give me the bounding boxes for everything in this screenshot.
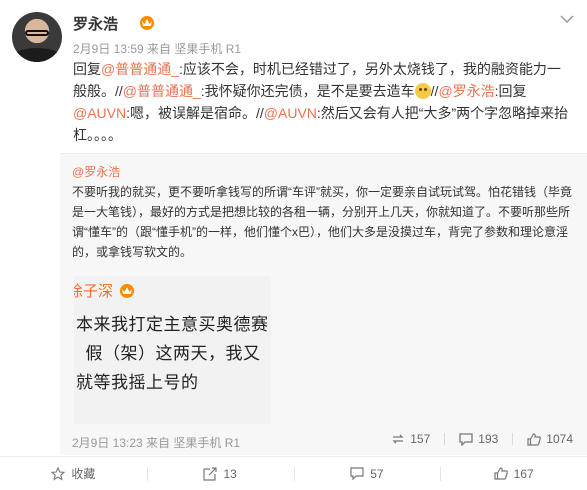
crown-icon [120, 284, 134, 298]
repost-icon [203, 466, 218, 481]
like-count: 167 [513, 466, 534, 481]
repost-count-label: 157 [410, 432, 431, 446]
repost-author-name: 罗永浩 [84, 165, 121, 179]
like-icon [527, 432, 542, 446]
author-name[interactable]: 罗永浩 [73, 13, 118, 34]
comment-count-label: 193 [478, 432, 499, 446]
repost-like-count[interactable]: 1074 [527, 432, 573, 446]
mention-link[interactable]: @AUVN [73, 105, 126, 121]
avatar[interactable] [12, 12, 62, 62]
emoji-icon [414, 83, 431, 99]
repost-author[interactable]: @罗永浩 [72, 165, 120, 179]
image-user-name: 徐子深 [74, 283, 114, 300]
post-content: 回复@普普通通_:应该不会，时机已经错过了，另外太烧钱了，我的融资能力一般般。/… [73, 58, 573, 146]
comment-icon [459, 432, 473, 446]
action-bar: 收藏 13 57 167 [0, 456, 587, 490]
content-text: :回复 [494, 83, 527, 99]
avatar-shirt [12, 48, 62, 62]
like-icon [494, 467, 508, 480]
mention-link[interactable]: @普普通通_ [123, 83, 201, 99]
like-button[interactable]: 167 [440, 457, 587, 490]
repost-repost-count[interactable]: 157 [391, 432, 430, 446]
divider [512, 433, 514, 445]
comment-count: 57 [370, 466, 384, 481]
favorite-label: 收藏 [71, 467, 96, 481]
mention-link[interactable]: @AUVN [264, 105, 317, 121]
repost-icon [392, 434, 404, 444]
repost-meta: 2月9日 13:23 来自 坚果手机 R1 [72, 436, 241, 450]
mention-link[interactable]: @罗永浩 [438, 83, 494, 99]
comment-icon [350, 467, 364, 480]
repost-author-prefix: @ [72, 165, 85, 179]
content-text: 回复 [73, 61, 101, 77]
image-text-line: ）假（架）这两天，我又 [74, 344, 261, 363]
image-text-line: 就等我摇上号的 [76, 373, 199, 392]
repost-image[interactable]: 徐子深 本来我打定主意买奥德赛 ）假（架）这两天，我又 就等我摇上号的 [74, 276, 271, 424]
repost-actions: 157 193 1074 [377, 432, 573, 446]
comment-button[interactable]: 57 [293, 457, 441, 490]
repost-count: 13 [223, 466, 237, 481]
divider [444, 433, 446, 445]
content-text: :嗯，被误解是宿命。// [126, 105, 264, 121]
reposted-card[interactable]: @罗永浩 不要听我的就买，更不要听拿钱写的所谓“车评”就买，你一定要亲自试玩试驾… [60, 153, 587, 455]
repost-body: 不要听我的就买，更不要听拿钱写的所谓“车评”就买，你一定要亲自试玩试驾。怕花错钱… [72, 185, 572, 259]
weibo-post: 罗永浩 2月9日 13:59 来自 坚果手机 R1 回复@普普通通_:应该不会，… [0, 0, 587, 490]
content-text: :我怀疑你还完债，是不是要去造车 [200, 83, 415, 99]
post-meta: 2月9日 13:59 来自 坚果手机 R1 [73, 42, 242, 56]
repost-button[interactable]: 13 [146, 457, 294, 490]
crown-icon [140, 16, 154, 30]
image-text-line: 本来我打定主意买奥德赛 [76, 315, 269, 334]
mention-link[interactable]: @普普通通_ [101, 61, 179, 77]
like-count-label: 1074 [546, 432, 573, 446]
star-icon [51, 466, 66, 481]
favorite-button[interactable]: 收藏 [0, 457, 147, 490]
repost-comment-count[interactable]: 193 [459, 432, 498, 446]
chevron-down-icon[interactable] [560, 14, 574, 24]
avatar-glasses [25, 30, 49, 36]
repost-text: @罗永浩 不要听我的就买，更不要听拿钱写的所谓“车评”就买，你一定要亲自试玩试驾… [72, 162, 577, 262]
